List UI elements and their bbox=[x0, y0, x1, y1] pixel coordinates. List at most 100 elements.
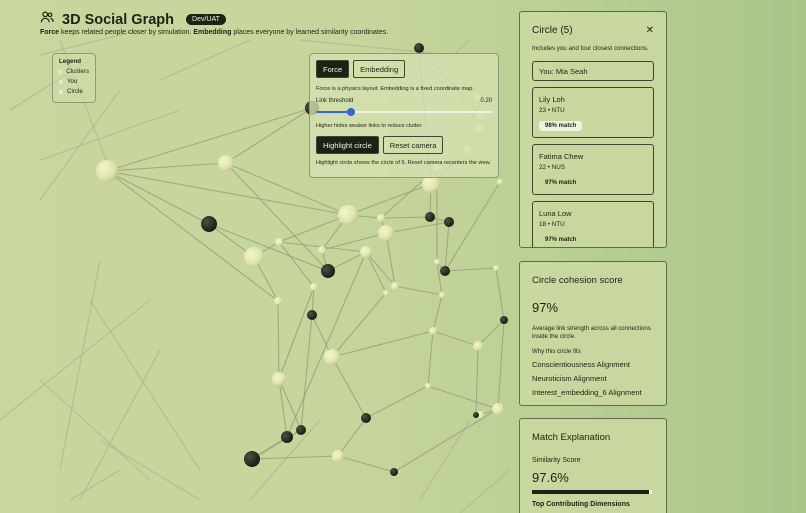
highlight-circle-button[interactable]: Highlight circle bbox=[316, 136, 379, 154]
graph-node-dark[interactable] bbox=[361, 413, 371, 423]
reason-item: Conscientiousness Alignment bbox=[532, 360, 630, 370]
graph-node-dark[interactable] bbox=[414, 43, 424, 53]
graph-node[interactable] bbox=[473, 341, 483, 351]
graph-node-dark[interactable] bbox=[425, 212, 435, 222]
legend-label: You bbox=[67, 78, 78, 85]
graph-link bbox=[385, 221, 450, 234]
decor-link bbox=[159, 39, 251, 81]
graph-node-dark[interactable] bbox=[473, 412, 479, 418]
graph-node-dark[interactable] bbox=[307, 310, 317, 320]
graph-link bbox=[106, 162, 227, 172]
graph-node[interactable] bbox=[377, 214, 385, 222]
threshold-slider[interactable] bbox=[316, 108, 492, 116]
graph-node[interactable] bbox=[493, 265, 499, 271]
slider-fill bbox=[316, 111, 352, 113]
embedding-mode-button[interactable]: Embedding bbox=[353, 60, 406, 78]
header-subtitle: Force keeps related people closer by sim… bbox=[40, 29, 388, 36]
similarity-label: Similarity Score bbox=[532, 457, 581, 464]
graph-node[interactable] bbox=[378, 225, 394, 241]
reset-camera-button[interactable]: Reset camera bbox=[382, 136, 444, 154]
graph-node[interactable] bbox=[318, 246, 326, 254]
graph-node[interactable] bbox=[324, 349, 340, 365]
graph-node-dark[interactable] bbox=[281, 431, 293, 443]
graph-node-dark[interactable] bbox=[244, 451, 260, 467]
legend-title: Legend bbox=[59, 58, 82, 65]
graph-link bbox=[278, 286, 315, 380]
legend-item-you: You bbox=[59, 78, 89, 85]
you-entry[interactable]: You: Mia Seah bbox=[532, 61, 654, 81]
graph-link bbox=[393, 408, 499, 473]
graph-node[interactable] bbox=[429, 327, 437, 335]
graph-link bbox=[331, 356, 367, 419]
graph-node[interactable] bbox=[96, 160, 118, 182]
graph-link bbox=[497, 319, 505, 410]
close-icon[interactable]: ✕ bbox=[646, 25, 654, 36]
graph-node-dark[interactable] bbox=[444, 217, 454, 227]
graph-link bbox=[385, 232, 396, 287]
force-mode-button[interactable]: Force bbox=[316, 60, 350, 78]
graph-node-dark[interactable] bbox=[201, 216, 217, 232]
legend-dot bbox=[59, 69, 63, 74]
graph-link bbox=[495, 267, 505, 321]
graph-node[interactable] bbox=[244, 247, 264, 267]
graph-node[interactable] bbox=[274, 297, 282, 305]
graph-node[interactable] bbox=[497, 179, 503, 185]
graph-link bbox=[337, 417, 367, 457]
circle-panel-title: Circle (5) bbox=[532, 25, 573, 36]
graph-link bbox=[444, 221, 450, 272]
person-name: Lily Loh bbox=[539, 95, 565, 104]
graph-link bbox=[286, 251, 367, 438]
legend-dot bbox=[59, 79, 63, 84]
legend: Legend Clusters You Circle bbox=[52, 53, 96, 103]
graph-link bbox=[331, 330, 434, 358]
graph-link bbox=[300, 314, 313, 431]
match-title: Match Explanation bbox=[532, 432, 611, 443]
person-card[interactable]: Lily Loh 23 • NTU 98% match bbox=[532, 87, 654, 138]
person-name: Luna Low bbox=[539, 209, 572, 218]
graph-node[interactable] bbox=[272, 372, 286, 386]
slider-thumb[interactable] bbox=[347, 108, 356, 116]
match-panel: Match Explanation Similarity Score 97.6%… bbox=[519, 418, 667, 513]
threshold-note: Higher hides weaker links to reduce clut… bbox=[316, 123, 423, 129]
match-badge: 98% match bbox=[539, 121, 583, 131]
graph-link bbox=[106, 170, 210, 225]
why-label: Why this circle fits bbox=[532, 348, 581, 356]
graph-node[interactable] bbox=[332, 450, 344, 462]
graph-node[interactable] bbox=[383, 290, 389, 296]
graph-node[interactable] bbox=[360, 246, 372, 258]
graph-node[interactable] bbox=[492, 403, 504, 415]
graph-node-dark[interactable] bbox=[440, 266, 450, 276]
graph-node[interactable] bbox=[218, 155, 234, 171]
graph-node[interactable] bbox=[439, 292, 445, 298]
graph-link bbox=[251, 455, 339, 460]
graph-node[interactable] bbox=[310, 283, 318, 291]
person-name: Fatima Chew bbox=[539, 152, 584, 161]
graph-node-dark[interactable] bbox=[321, 264, 335, 278]
graph-node[interactable] bbox=[391, 282, 399, 290]
person-card[interactable]: Luna Low 18 • NTU 97% match bbox=[532, 201, 654, 247]
graph-node[interactable] bbox=[338, 205, 358, 225]
similarity-bar bbox=[532, 490, 652, 494]
reason-item: Neuroticism Alignment bbox=[532, 374, 607, 384]
graph-node[interactable] bbox=[434, 259, 440, 265]
graph-link bbox=[365, 385, 429, 419]
graph-link bbox=[337, 455, 395, 473]
graph-link bbox=[106, 107, 313, 172]
person-card[interactable]: Fatima Chew 22 • NUS 97% match bbox=[532, 144, 654, 195]
legend-item-clusters: Clusters bbox=[59, 68, 89, 75]
graph-node[interactable] bbox=[425, 383, 431, 389]
graph-node-dark[interactable] bbox=[390, 468, 398, 476]
graph-node-dark[interactable] bbox=[500, 316, 508, 324]
decor-link bbox=[39, 379, 151, 481]
graph-link bbox=[208, 223, 329, 272]
decor-link bbox=[69, 469, 121, 501]
graph-link bbox=[331, 292, 387, 358]
threshold-value: 0.20 bbox=[480, 98, 492, 104]
graph-link bbox=[278, 241, 315, 288]
match-badge: 97% match bbox=[545, 237, 577, 243]
decor-link bbox=[419, 419, 471, 501]
dims-label: Top Contributing Dimensions bbox=[532, 501, 630, 508]
graph-node[interactable] bbox=[275, 238, 283, 246]
decor-link bbox=[39, 89, 121, 201]
graph-node-dark[interactable] bbox=[296, 425, 306, 435]
